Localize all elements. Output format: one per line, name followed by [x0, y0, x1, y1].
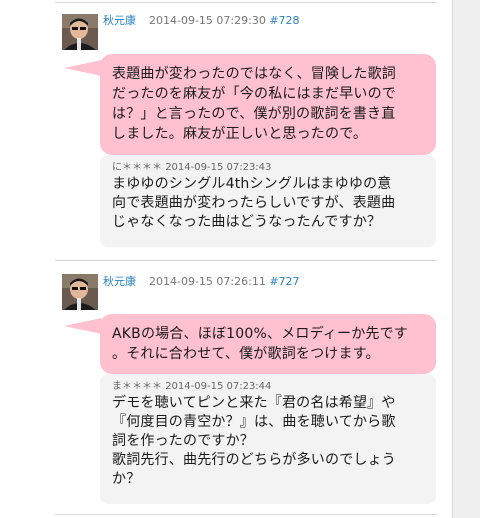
- question-meta: ま＊＊＊＊ 2014-09-15 07:23:44: [112, 374, 426, 394]
- answer-feed: 秋元康 2014-09-15 07:29:30 #728 表題曲が変わったのでは…: [0, 0, 452, 518]
- answer-bubble: 表題曲が変わったのではなく、冒険した歌詞 だったのを麻友が「今の私にはまだ早いの…: [100, 54, 436, 155]
- speech-bubble-tail: [64, 318, 102, 334]
- question-text-line: デモを聴いてピンと来た『君の名は希望』や: [112, 395, 396, 411]
- author-name[interactable]: 秋元康: [103, 14, 136, 27]
- avatar-photo: [62, 14, 98, 50]
- post-divider: [55, 2, 437, 3]
- question-meta: に＊＊＊＊ 2014-09-15 07:23:43: [112, 155, 426, 175]
- answer-text-line: は？」と言ったので、僕が別の歌詞を書き直: [112, 106, 396, 122]
- answer-bubble: AKBの場合、ほぼ100%、メロディーか先です 。それに合わせて、僕が歌詞をつけ…: [100, 314, 436, 374]
- answer-text-line: 表題曲が変わったのではなく、冒険した歌詞: [112, 66, 396, 82]
- post-timestamp: 2014-09-15 07:29:30: [149, 14, 266, 27]
- answer-text-line: AKBの場合、ほぼ100%、メロディーか先です: [112, 326, 409, 342]
- post-divider: [55, 514, 437, 515]
- speech-bubble-tail: [64, 60, 102, 76]
- answer-text-line: 。それに合わせて、僕が歌詞をつけます。: [112, 346, 380, 362]
- question-text-line: 歌詞先行、曲先行のどちらが多いのでしょう: [112, 452, 396, 468]
- avatar-photo: [62, 274, 98, 310]
- post-meta: 秋元康 2014-09-15 07:29:30 #728: [103, 14, 300, 28]
- post-id-link[interactable]: #727: [269, 275, 299, 288]
- scrollbar[interactable]: [452, 0, 480, 518]
- answer-text-line: だったのを麻友が「今の私にはまだ早いので: [112, 86, 396, 102]
- question-text-line: じゃなくなった曲はどうなったんですか？: [112, 214, 382, 230]
- question-timestamp: 2014-09-15 07:23:43: [165, 162, 272, 173]
- author-avatar[interactable]: [62, 274, 98, 310]
- answer-text-line: しました。麻友が正しいと思ったので。: [112, 126, 368, 142]
- question-timestamp: 2014-09-15 07:23:44: [165, 381, 272, 392]
- question-text-line: か？: [112, 471, 141, 487]
- post-id-link[interactable]: #728: [269, 14, 299, 27]
- question-box: ま＊＊＊＊ 2014-09-15 07:23:44 デモを聴いてピンと来た『君の…: [100, 374, 436, 504]
- question-text-line: まゆゆのシングル4thシングルはまゆゆの意: [112, 176, 392, 192]
- question-text: まゆゆのシングル4thシングルはまゆゆの意 向で表題曲が変わったらしいですが、表…: [112, 175, 426, 232]
- author-avatar[interactable]: [62, 14, 98, 50]
- post-divider: [55, 260, 437, 261]
- question-text: デモを聴いてピンと来た『君の名は希望』や 『何度目の青空か？』は、曲を聴いてから…: [112, 394, 426, 489]
- question-text-line: 『何度目の青空か？』は、曲を聴いてから歌: [112, 414, 396, 430]
- question-box: に＊＊＊＊ 2014-09-15 07:23:43 まゆゆのシングル4thシング…: [100, 155, 436, 247]
- asker-name: に＊＊＊＊: [112, 162, 162, 173]
- question-text-line: 向で表題曲が変わったらしいですが、表題曲: [112, 195, 396, 211]
- question-text-line: 詞を作ったのですか？: [112, 433, 254, 449]
- author-name[interactable]: 秋元康: [103, 275, 136, 288]
- post-meta: 秋元康 2014-09-15 07:26:11 #727: [103, 275, 300, 289]
- asker-name: ま＊＊＊＊: [112, 381, 162, 392]
- post-timestamp: 2014-09-15 07:26:11: [149, 275, 266, 288]
